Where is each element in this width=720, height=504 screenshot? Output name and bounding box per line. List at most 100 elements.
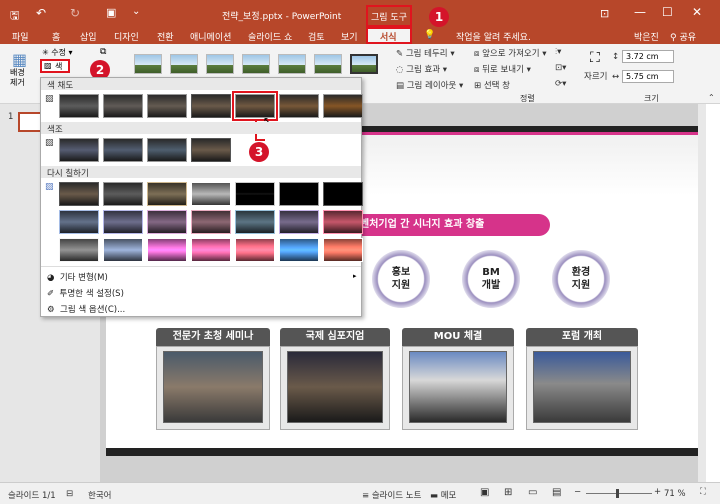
recolor-bw-50[interactable] bbox=[279, 182, 319, 206]
recolor-dark-5[interactable] bbox=[235, 210, 275, 234]
spellcheck-icon[interactable]: ⊟ bbox=[66, 489, 73, 499]
redo-icon[interactable]: ↻ bbox=[70, 6, 80, 20]
saturation-300[interactable] bbox=[279, 94, 319, 118]
send-backward-button[interactable]: ⧈ 뒤로 보내기 ▾ bbox=[474, 63, 531, 75]
rotate-icon[interactable]: ⟳▾ bbox=[555, 79, 566, 89]
style-thumb-1[interactable] bbox=[134, 54, 162, 74]
style-thumb-4[interactable] bbox=[242, 54, 270, 74]
zoom-slider[interactable] bbox=[586, 493, 652, 494]
recolor-dark-3[interactable] bbox=[147, 210, 187, 234]
style-thumb-3[interactable] bbox=[206, 54, 234, 74]
collapse-ribbon-icon[interactable]: ⌃ bbox=[708, 93, 715, 102]
corrections-button[interactable]: ✳ 수정 ▾ bbox=[42, 47, 73, 58]
saturation-400[interactable] bbox=[323, 94, 363, 118]
recolor-light-6[interactable] bbox=[279, 238, 319, 262]
picture-layout-button[interactable]: ▤ 그림 레이아웃 ▾ bbox=[396, 79, 463, 91]
recolor-dark-4[interactable] bbox=[191, 210, 231, 234]
recolor-bw-25[interactable] bbox=[235, 182, 275, 206]
height-field[interactable]: 3.72 cm bbox=[622, 50, 674, 63]
minimize-icon[interactable]: — bbox=[634, 5, 646, 19]
color-button[interactable]: ▨ 색 bbox=[40, 59, 70, 73]
recolor-grayscale[interactable] bbox=[103, 182, 143, 206]
recolor-bw-75[interactable] bbox=[323, 182, 363, 206]
group-icon[interactable]: ⊡▾ bbox=[555, 63, 566, 73]
tab-file[interactable]: 파일 bbox=[12, 30, 29, 43]
vertical-scrollbar[interactable] bbox=[698, 104, 706, 482]
recolor-light-7[interactable] bbox=[323, 238, 363, 262]
tab-slideshow[interactable]: 슬라이드 쇼 bbox=[248, 30, 292, 43]
compress-icon[interactable]: ⧉ bbox=[100, 47, 106, 57]
tab-design[interactable]: 디자인 bbox=[114, 30, 139, 43]
recolor-washout[interactable] bbox=[191, 182, 231, 206]
saturation-66[interactable] bbox=[147, 94, 187, 118]
tone-4[interactable] bbox=[191, 138, 231, 162]
tab-review[interactable]: 검토 bbox=[308, 30, 325, 43]
share-button[interactable]: ⚲ 공유 bbox=[670, 30, 696, 43]
notes-button[interactable]: ≡ 슬라이드 노트 bbox=[362, 489, 421, 501]
reading-view-icon[interactable]: ▭ bbox=[528, 487, 537, 498]
zoom-out-icon[interactable]: − bbox=[574, 487, 581, 497]
photo-2-selected[interactable] bbox=[280, 346, 390, 430]
photo-4[interactable] bbox=[526, 346, 638, 430]
close-icon[interactable]: ✕ bbox=[692, 5, 702, 19]
zoom-level[interactable]: 71 % bbox=[664, 489, 686, 499]
recolor-light-5[interactable] bbox=[235, 238, 275, 262]
picture-effects-button[interactable]: ◌ 그림 효과 ▾ bbox=[396, 63, 447, 75]
recolor-light-1[interactable] bbox=[59, 238, 99, 262]
more-variations-item[interactable]: ◕ 기타 변형(M) bbox=[47, 271, 108, 283]
tab-insert[interactable]: 삽입 bbox=[80, 30, 97, 43]
bring-forward-button[interactable]: ⧈ 앞으로 가져오기 ▾ bbox=[474, 47, 547, 59]
tab-transitions[interactable]: 전환 bbox=[157, 30, 174, 43]
recolor-dark-7[interactable] bbox=[323, 210, 363, 234]
tab-view[interactable]: 보기 bbox=[341, 30, 358, 43]
customize-qat-icon[interactable]: ⌄ bbox=[132, 6, 140, 17]
set-transparent-item[interactable]: ✐ 투명한 색 설정(S) bbox=[47, 287, 124, 299]
recolor-sepia[interactable] bbox=[147, 182, 187, 206]
recolor-dark-1[interactable] bbox=[59, 210, 99, 234]
tab-home[interactable]: 홈 bbox=[52, 30, 60, 43]
align-icon[interactable]: ⫶▾ bbox=[555, 47, 561, 57]
photo-3[interactable] bbox=[402, 346, 514, 430]
picture-border-button[interactable]: ✎ 그림 테두리 ▾ bbox=[396, 47, 455, 59]
save-icon[interactable]: 🖫 bbox=[10, 7, 19, 26]
saturation-100[interactable] bbox=[191, 94, 231, 118]
slideshow-view-icon[interactable]: ▤ bbox=[552, 487, 561, 498]
selection-pane-button[interactable]: ⊞ 선택 창 bbox=[474, 79, 510, 91]
fit-slide-icon[interactable]: ⛶ bbox=[700, 487, 706, 497]
style-thumb-2[interactable] bbox=[170, 54, 198, 74]
style-thumb-6[interactable] bbox=[314, 54, 342, 74]
tab-animations[interactable]: 애니메이션 bbox=[190, 30, 231, 43]
recolor-light-4[interactable] bbox=[191, 238, 231, 262]
ribbon-display-icon[interactable]: ⊡ bbox=[600, 7, 609, 20]
style-thumb-5[interactable] bbox=[278, 54, 306, 74]
width-field[interactable]: 5.75 cm bbox=[622, 70, 674, 83]
tone-1[interactable] bbox=[59, 138, 99, 162]
recolor-none[interactable] bbox=[59, 182, 99, 206]
language[interactable]: 한국어 bbox=[88, 489, 111, 501]
zoom-in-icon[interactable]: + bbox=[654, 487, 661, 497]
tone-2[interactable] bbox=[103, 138, 143, 162]
recolor-light-2[interactable] bbox=[103, 238, 143, 262]
user-name[interactable]: 박은진 bbox=[634, 30, 659, 43]
tone-3[interactable] bbox=[147, 138, 187, 162]
crop-button[interactable]: 자르기 bbox=[584, 70, 607, 82]
zoom-slider-thumb[interactable] bbox=[616, 489, 619, 498]
normal-view-icon[interactable]: ▣ bbox=[480, 487, 489, 498]
slide-thumbnail[interactable] bbox=[18, 112, 42, 132]
undo-icon[interactable]: ↶ bbox=[36, 6, 46, 20]
slide-sorter-icon[interactable]: ⊞ bbox=[504, 487, 512, 498]
tell-me-input[interactable]: 작업을 알려 주세요. bbox=[456, 30, 531, 43]
recolor-dark-2[interactable] bbox=[103, 210, 143, 234]
photo-1[interactable] bbox=[156, 346, 270, 430]
comments-button[interactable]: ▬ 메모 bbox=[430, 489, 456, 501]
slideshow-icon[interactable]: ▣ bbox=[106, 6, 116, 19]
saturation-0[interactable] bbox=[59, 94, 99, 118]
color-options-item[interactable]: ⚙ 그림 색 옵션(C)... bbox=[47, 303, 125, 315]
tab-format[interactable]: 서식 bbox=[380, 30, 397, 43]
recolor-light-3[interactable] bbox=[147, 238, 187, 262]
style-thumb-7[interactable] bbox=[350, 54, 378, 74]
remove-background-button[interactable]: 배경 제거 bbox=[10, 68, 25, 87]
recolor-dark-6[interactable] bbox=[279, 210, 319, 234]
maximize-icon[interactable]: ☐ bbox=[662, 5, 673, 19]
saturation-33[interactable] bbox=[103, 94, 143, 118]
